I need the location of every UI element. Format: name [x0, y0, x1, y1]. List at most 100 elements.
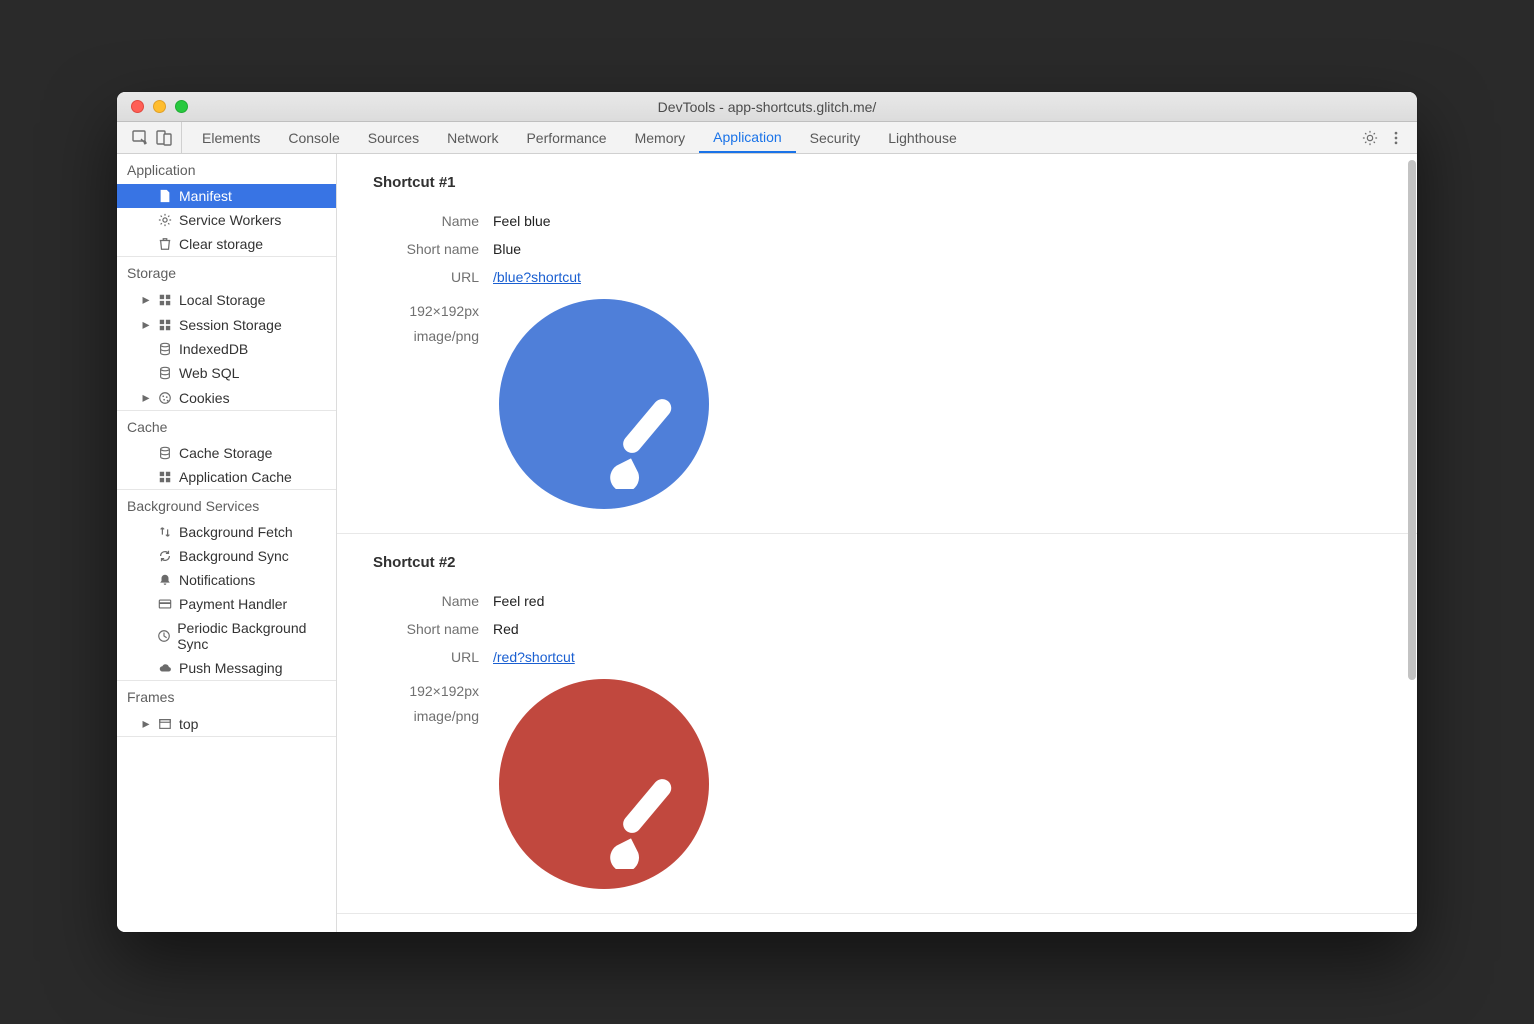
titlebar: DevTools - app-shortcuts.glitch.me/ — [117, 92, 1417, 122]
sidebar-item-label: IndexedDB — [179, 341, 248, 357]
window-title: DevTools - app-shortcuts.glitch.me/ — [117, 99, 1417, 115]
sidebar-item-label: Periodic Background Sync — [177, 620, 330, 652]
minimize-dot[interactable] — [153, 100, 166, 113]
cookie-icon — [157, 390, 173, 406]
tab-sources[interactable]: Sources — [354, 122, 433, 153]
chevron-right-icon: ▸ — [141, 316, 151, 333]
grid-icon — [157, 292, 173, 308]
more-icon[interactable] — [1387, 129, 1405, 147]
sidebar-item-session-storage[interactable]: ▸ Session Storage — [117, 312, 336, 337]
grid-icon — [157, 317, 173, 333]
scrollbar[interactable] — [1408, 154, 1416, 932]
icon-size: 192×192px — [373, 299, 479, 324]
brush-icon — [595, 399, 685, 489]
shortcut-heading: Shortcut #1 — [373, 174, 1381, 191]
transfer-icon — [157, 524, 173, 540]
sidebar-item-label: Notifications — [179, 572, 255, 588]
sidebar-item-manifest[interactable]: Manifest — [117, 184, 336, 208]
sidebar-item-clear-storage[interactable]: Clear storage — [117, 232, 336, 256]
sidebar-item-label: Local Storage — [179, 292, 265, 308]
sidebar-item-periodic-background-sync[interactable]: Periodic Background Sync — [117, 616, 336, 656]
sidebar-item-label: Cookies — [179, 390, 230, 406]
tab-lighthouse[interactable]: Lighthouse — [874, 122, 971, 153]
tab-network[interactable]: Network — [433, 122, 512, 153]
sidebar-item-application-cache[interactable]: Application Cache — [117, 465, 336, 489]
name-value: Feel blue — [493, 213, 1381, 229]
sidebar-item-background-fetch[interactable]: Background Fetch — [117, 520, 336, 544]
sidebar-item-label: Clear storage — [179, 236, 263, 252]
shortcut-2: Shortcut #2 NameFeel redShort nameRedURL/… — [337, 534, 1417, 914]
tab-elements[interactable]: Elements — [188, 122, 274, 153]
card-icon — [157, 596, 173, 612]
sidebar-item-indexeddb[interactable]: IndexedDB — [117, 337, 336, 361]
icon-mime: image/png — [373, 704, 479, 729]
sidebar-item-service-workers[interactable]: Service Workers — [117, 208, 336, 232]
section-frames: Frames — [117, 681, 336, 711]
device-icon[interactable] — [155, 129, 173, 147]
gear-icon[interactable] — [1361, 129, 1379, 147]
sidebar-item-payment-handler[interactable]: Payment Handler — [117, 592, 336, 616]
shortcut-icon — [499, 299, 709, 509]
shortcut-icon — [499, 679, 709, 889]
url-link[interactable]: /blue?shortcut — [493, 269, 581, 285]
clock-icon — [156, 628, 171, 644]
sidebar-item-push-messaging[interactable]: Push Messaging — [117, 656, 336, 680]
sidebar-item-label: Session Storage — [179, 317, 282, 333]
tab-strip: ElementsConsoleSourcesNetworkPerformance… — [188, 122, 971, 153]
sidebar-item-label: Background Sync — [179, 548, 289, 564]
short-name-label: Short name — [373, 241, 493, 257]
shortcut-heading: Shortcut #2 — [373, 554, 1381, 571]
chevron-right-icon: ▸ — [141, 291, 151, 308]
brush-icon — [595, 779, 685, 869]
traffic-lights — [117, 100, 188, 113]
scrollbar-thumb[interactable] — [1408, 160, 1416, 680]
main-toolbar: ElementsConsoleSourcesNetworkPerformance… — [117, 122, 1417, 154]
section-application: Application — [117, 154, 336, 184]
sidebar-item-label: Cache Storage — [179, 445, 272, 461]
name-value: Feel red — [493, 593, 1381, 609]
sidebar-item-label: Manifest — [179, 188, 232, 204]
url-label: URL — [373, 269, 493, 285]
close-dot[interactable] — [131, 100, 144, 113]
tab-console[interactable]: Console — [274, 122, 353, 153]
database-icon — [157, 341, 173, 357]
sidebar-item-notifications[interactable]: Notifications — [117, 568, 336, 592]
sidebar-item-label: top — [179, 716, 198, 732]
sidebar-item-label: Background Fetch — [179, 524, 293, 540]
icon-mime: image/png — [373, 324, 479, 349]
devtools-window: DevTools - app-shortcuts.glitch.me/ Elem… — [117, 92, 1417, 932]
database-icon — [157, 365, 173, 381]
sidebar-item-web-sql[interactable]: Web SQL — [117, 361, 336, 385]
short-name-value: Red — [493, 621, 1381, 637]
name-label: Name — [373, 593, 493, 609]
grid-icon — [157, 469, 173, 485]
tab-memory[interactable]: Memory — [621, 122, 700, 153]
trash-icon — [157, 236, 173, 252]
sidebar-item-background-sync[interactable]: Background Sync — [117, 544, 336, 568]
sidebar-item-cache-storage[interactable]: Cache Storage — [117, 441, 336, 465]
sidebar-item-label: Web SQL — [179, 365, 239, 381]
url-link[interactable]: /red?shortcut — [493, 649, 575, 665]
zoom-dot[interactable] — [175, 100, 188, 113]
tab-application[interactable]: Application — [699, 122, 796, 153]
inspect-icon[interactable] — [131, 129, 149, 147]
sidebar-item-label: Push Messaging — [179, 660, 283, 676]
sidebar-item-local-storage[interactable]: ▸ Local Storage — [117, 287, 336, 312]
short-name-label: Short name — [373, 621, 493, 637]
sidebar-item-label: Application Cache — [179, 469, 292, 485]
database-icon — [157, 445, 173, 461]
tab-security[interactable]: Security — [796, 122, 875, 153]
sidebar-item-label: Payment Handler — [179, 596, 287, 612]
name-label: Name — [373, 213, 493, 229]
shortcut-1: Shortcut #1 NameFeel blueShort nameBlueUR… — [337, 154, 1417, 534]
short-name-value: Blue — [493, 241, 1381, 257]
sidebar-item-top[interactable]: ▸top — [117, 711, 336, 736]
file-icon — [157, 188, 173, 204]
tab-performance[interactable]: Performance — [512, 122, 620, 153]
sidebar-item-label: Service Workers — [179, 212, 281, 228]
icon-size: 192×192px — [373, 679, 479, 704]
sidebar-item-cookies[interactable]: ▸Cookies — [117, 385, 336, 410]
section-storage: Storage — [117, 257, 336, 287]
section-cache: Cache — [117, 411, 336, 441]
url-label: URL — [373, 649, 493, 665]
